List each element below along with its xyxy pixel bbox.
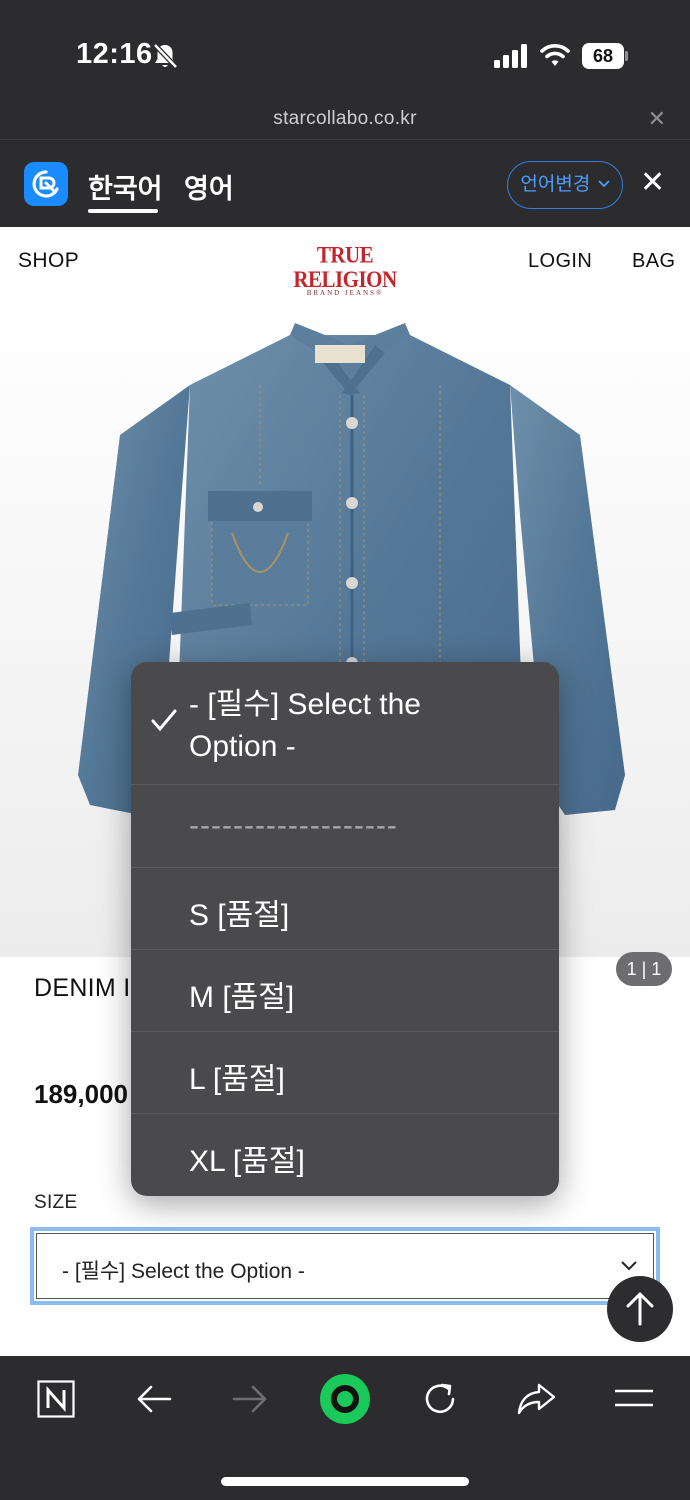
size-select-value: - [필수] Select the Option -	[62, 1260, 305, 1283]
refresh-icon[interactable]	[422, 1381, 458, 1417]
url-bar[interactable]: starcollabo.co.kr ✕	[0, 100, 690, 140]
picker-option[interactable]: - [필수] Select the Option -	[131, 662, 559, 785]
bell-slash-icon	[153, 43, 178, 69]
naver-n-icon[interactable]	[37, 1380, 75, 1418]
green-dot-icon[interactable]	[319, 1373, 371, 1425]
url-domain[interactable]: starcollabo.co.kr	[0, 108, 690, 130]
size-label: SIZE	[34, 1192, 78, 1213]
active-tab-indicator	[88, 209, 158, 213]
chevron-down-icon	[621, 1261, 637, 1271]
share-icon[interactable]	[517, 1382, 557, 1416]
scroll-to-top-button[interactable]	[607, 1276, 673, 1342]
brand-logo-text: TRUE RELIGION	[293, 241, 397, 293]
picker-option[interactable]: XL [품절]	[131, 1114, 559, 1196]
brand-logo[interactable]: TRUE RELIGION BRAND JEANS®	[280, 243, 410, 297]
home-indicator[interactable]	[221, 1477, 469, 1486]
size-option-picker[interactable]: - [필수] Select the Option - -------------…	[131, 662, 559, 1196]
menu-icon[interactable]	[614, 1388, 654, 1410]
picker-option[interactable]: M [품절]	[131, 950, 559, 1032]
size-select[interactable]: - [필수] Select the Option -	[30, 1227, 660, 1305]
arrow-up-icon	[626, 1292, 654, 1326]
chevron-down-icon	[597, 180, 610, 188]
translator-logo-icon	[24, 162, 68, 206]
nav-shop-link[interactable]: SHOP	[18, 249, 79, 273]
picker-option-label: XL [품절]	[189, 1145, 305, 1178]
site-header: SHOP TRUE RELIGION BRAND JEANS® LOGIN BA…	[0, 227, 690, 297]
tab-english[interactable]: 영어	[184, 167, 234, 206]
change-language-button[interactable]: 언어변경	[507, 161, 623, 209]
url-close-icon[interactable]: ✕	[648, 106, 666, 132]
tab-korean[interactable]: 한국어	[88, 167, 163, 206]
picker-option[interactable]: -------------------	[131, 785, 559, 868]
status-bar: 12:16 68	[0, 0, 690, 100]
product-price: 189,000	[34, 1079, 128, 1109]
signal-icon	[494, 44, 527, 68]
nav-login-link[interactable]: LOGIN	[528, 250, 592, 273]
translator-close-icon[interactable]: ✕	[640, 165, 665, 201]
product-name: DENIM I	[34, 974, 131, 1002]
forward-arrow-icon[interactable]	[232, 1384, 268, 1414]
translator-bar: 한국어 영어 언어변경 ✕	[0, 141, 690, 227]
image-counter-badge: 1 | 1	[616, 952, 672, 986]
picker-option-label: L [품절]	[189, 1063, 285, 1096]
checkmark-icon	[151, 709, 177, 732]
wifi-icon	[540, 44, 570, 66]
picker-option-label: -------------------	[189, 809, 398, 842]
picker-option-label: M [품절]	[189, 981, 295, 1014]
back-arrow-icon[interactable]	[136, 1384, 172, 1414]
picker-option[interactable]: S [품절]	[131, 868, 559, 950]
battery-icon: 68	[582, 43, 628, 69]
battery-level: 68	[582, 43, 624, 69]
change-language-label: 언어변경	[520, 174, 591, 195]
picker-option-label: - [필수] Select the Option -	[189, 688, 421, 763]
picker-option[interactable]: L [품절]	[131, 1032, 559, 1114]
status-time: 12:16	[76, 38, 153, 70]
picker-option-label: S [품절]	[189, 899, 290, 932]
nav-bag-link[interactable]: BAG	[632, 250, 675, 273]
